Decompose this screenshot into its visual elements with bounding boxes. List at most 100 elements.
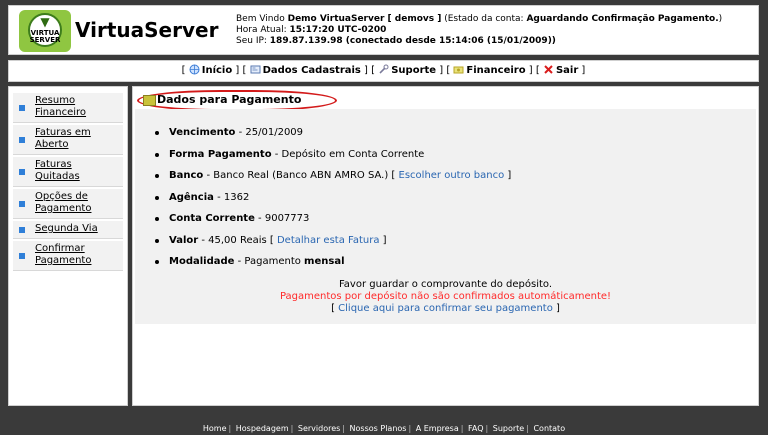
- welcome-line: Bem Vindo Demo VirtuaServer [ demovs ] (…: [236, 14, 722, 25]
- sidebar-item-opcoes-de-pagamento[interactable]: Opções de Pagamento: [13, 189, 123, 219]
- detail-modalidade: Modalidade - Pagamento mensal: [155, 256, 511, 278]
- detail-value: - Depósito em Conta Corrente: [271, 148, 425, 160]
- footer-separator: |: [526, 424, 529, 433]
- welcome-prefix: Bem Vindo: [236, 14, 288, 24]
- bullet-icon: [19, 168, 25, 175]
- detail-label: Conta Corrente: [169, 213, 255, 224]
- footer-link-servidores[interactable]: Servidores: [298, 424, 340, 433]
- sidebar-item-faturas-quitadas[interactable]: Faturas Quitadas: [13, 157, 123, 187]
- globe-icon: [189, 63, 200, 75]
- payment-details-list: Vencimento - 25/01/2009 Forma Pagamento …: [155, 127, 511, 278]
- keep-receipt-note: Favor guardar o comprovante do depósito.: [338, 279, 553, 290]
- header: ▼ VIRTUA SERVER VirtuaServer Bem Vindo D…: [8, 5, 759, 55]
- section-title: Dados para Pagamento: [137, 90, 337, 111]
- sidebar-item-label: Faturas em Aberto: [35, 127, 91, 150]
- detail-conta-corrente: Conta Corrente - 9007773: [155, 213, 511, 235]
- detail-label: Forma Pagamento: [169, 148, 272, 160]
- bracket-close: ]: [552, 303, 560, 314]
- address-card-icon: [250, 63, 261, 74]
- footer-link-home[interactable]: Home: [203, 424, 227, 433]
- footer-link-hospedagem[interactable]: Hospedagem: [236, 424, 289, 433]
- bullet-icon: [19, 104, 25, 111]
- main-content: Dados para Pagamento Vencimento - 25/01/…: [132, 86, 759, 406]
- sidebar-item-label: Resumo Financeiro: [35, 95, 87, 118]
- payment-notes: Favor guardar o comprovante do depósito.…: [135, 279, 756, 315]
- brand-name: VirtuaServer: [75, 18, 219, 42]
- close-icon: [543, 63, 554, 74]
- detail-value: - 45,00 Reais [: [198, 234, 277, 246]
- sidebar-item-label: Segunda Via: [35, 223, 98, 234]
- sidebar-item-faturas-em-aberto[interactable]: Faturas em Aberto: [13, 125, 123, 155]
- footer: Home | Hospedagem | Servidores | Nossos Pla…: [0, 424, 768, 433]
- ip-value: 189.87.139.98 (conectado desde 15:14:06 …: [269, 36, 556, 46]
- logo-emblem-icon: ▼: [40, 15, 50, 29]
- detail-value-bold: mensal: [304, 256, 345, 267]
- detail-banco: Banco - Banco Real (Banco ABN AMRO SA.) …: [155, 170, 511, 192]
- nav-inicio[interactable]: Início: [202, 65, 233, 76]
- detail-vencimento: Vencimento - 25/01/2009: [155, 127, 511, 149]
- detail-value: - 9007773: [254, 213, 310, 224]
- footer-separator: |: [290, 424, 294, 433]
- detail-valor: Valor - 45,00 Reais [ Detalhar esta Fatu…: [155, 235, 511, 257]
- footer-separator: |: [228, 424, 232, 433]
- ip-label: Seu IP:: [236, 36, 270, 46]
- detail-value: - 1362: [213, 191, 250, 203]
- footer-separator: |: [460, 424, 464, 433]
- ip-line: Seu IP: 189.87.139.98 (conectado desde 1…: [236, 36, 722, 47]
- footer-separator: |: [408, 424, 412, 433]
- logo: ▼ VIRTUA SERVER: [19, 10, 71, 52]
- logo-caption: VIRTUA SERVER: [29, 29, 61, 44]
- sidebar-item-confirmar-pagamento[interactable]: Confirmar Pagamento: [13, 241, 123, 271]
- detail-label: Vencimento: [169, 127, 236, 138]
- detail-label: Agência: [169, 191, 214, 203]
- wrench-icon: [378, 63, 389, 74]
- sidebar-item-label: Faturas Quitadas: [35, 159, 80, 182]
- sidebar-item-label: Confirmar Pagamento: [35, 243, 92, 266]
- welcome-info: Bem Vindo Demo VirtuaServer [ demovs ] (…: [236, 14, 722, 47]
- status-suffix: ): [718, 14, 723, 24]
- detail-value: - Pagamento: [234, 256, 305, 267]
- time-line: Hora Atual: 15:17:20 UTC-0200: [236, 25, 722, 36]
- account-status: Aguardando Confirmação Pagamento.: [526, 14, 719, 24]
- footer-link-nossos-planos[interactable]: Nossos Planos: [350, 424, 407, 433]
- footer-link-contato[interactable]: Contato: [533, 424, 565, 433]
- nav-suporte[interactable]: Suporte: [391, 65, 436, 76]
- detail-agencia: Agência - 1362: [155, 192, 511, 214]
- bullet-icon: [19, 136, 25, 143]
- sidebar-item-label: Opções de Pagamento: [35, 191, 92, 214]
- change-bank-link[interactable]: Escolher outro banco: [399, 170, 505, 181]
- detail-label: Valor: [169, 234, 199, 246]
- footer-link-faq[interactable]: FAQ: [468, 424, 484, 433]
- sidebar-item-segunda-via[interactable]: Segunda Via: [13, 221, 123, 239]
- detail-label: Modalidade: [169, 256, 235, 267]
- money-icon: [143, 95, 156, 106]
- footer-separator: |: [485, 424, 489, 433]
- nav-financeiro[interactable]: Financeiro: [466, 65, 525, 76]
- detail-value: - Banco Real (Banco ABN AMRO SA.) [: [203, 170, 399, 181]
- bullet-icon: [19, 252, 25, 259]
- bullet-icon: [19, 226, 25, 233]
- time-value: 15:17:20 UTC-0200: [289, 25, 387, 35]
- detail-value: - 25/01/2009: [235, 127, 304, 138]
- status-prefix: (Estado da conta:: [441, 14, 527, 24]
- detail-suffix: ]: [504, 170, 512, 181]
- detail-suffix: ]: [379, 234, 387, 246]
- confirm-payment-link[interactable]: Clique aqui para confirmar seu pagamento: [338, 303, 553, 314]
- welcome-user: Demo VirtuaServer [ demovs ]: [287, 14, 442, 24]
- money-icon: [453, 63, 464, 74]
- detail-label: Banco: [169, 170, 204, 181]
- sidebar: Resumo Financeiro Faturas em Aberto Fatu…: [8, 86, 128, 406]
- section-title-text: Dados para Pagamento: [157, 93, 302, 106]
- nav-sair[interactable]: Sair: [556, 65, 578, 76]
- footer-link-suporte[interactable]: Suporte: [493, 424, 524, 433]
- time-label: Hora Atual:: [236, 25, 290, 35]
- invoice-details-link[interactable]: Detalhar esta Fatura: [277, 235, 380, 246]
- footer-link-a-empresa[interactable]: A Empresa: [416, 424, 459, 433]
- sidebar-item-resumo-financeiro[interactable]: Resumo Financeiro: [13, 93, 123, 123]
- payment-details-panel: Vencimento - 25/01/2009 Forma Pagamento …: [135, 109, 756, 324]
- confirm-payment-line: [ Clique aqui para confirmar seu pagamen…: [135, 303, 756, 315]
- bullet-icon: [19, 200, 25, 207]
- detail-forma-pagamento: Forma Pagamento - Depósito em Conta Corr…: [155, 149, 511, 171]
- warning-note: Pagamentos por depósito não são confirma…: [279, 291, 612, 302]
- nav-dados-cadastrais[interactable]: Dados Cadastrais: [263, 65, 361, 76]
